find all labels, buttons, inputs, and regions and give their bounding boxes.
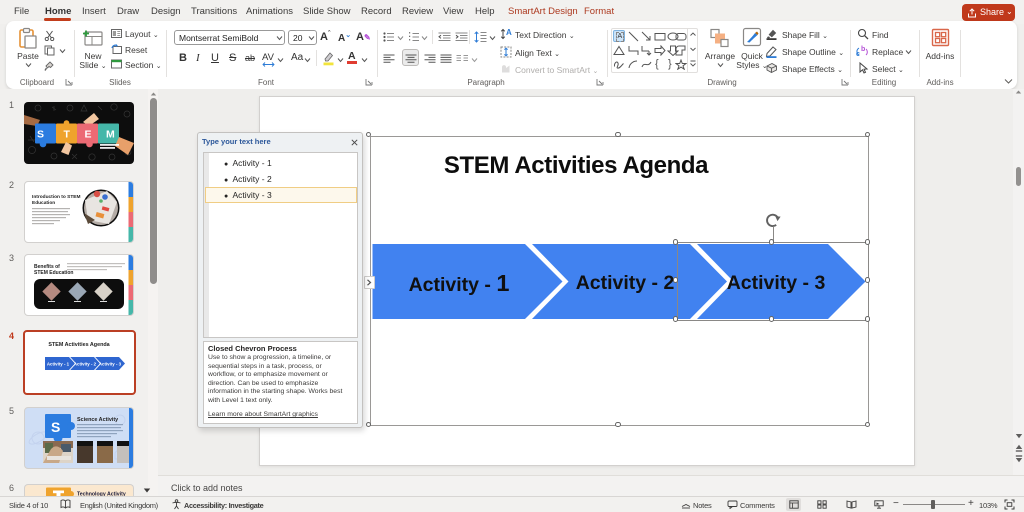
svg-text:E: E — [85, 129, 92, 141]
svg-text:Activity - 1: Activity - 1 — [46, 362, 69, 367]
svg-text:STEM Activities Agenda: STEM Activities Agenda — [48, 342, 110, 348]
svg-text:A: A — [506, 28, 512, 37]
svg-text:Introduction to STEM: Introduction to STEM — [32, 194, 81, 200]
svg-text:M: M — [106, 129, 115, 141]
svg-text:S: S — [51, 419, 60, 435]
svg-text:T: T — [64, 129, 71, 141]
svg-text:STEM Education: STEM Education — [34, 270, 73, 276]
svg-text:Activity - 3: Activity - 3 — [98, 362, 121, 367]
svg-text:S: S — [37, 129, 44, 141]
svg-text:Science Activity: Science Activity — [77, 417, 118, 423]
svg-text:Education: Education — [32, 200, 55, 206]
svg-text:Activity - 2: Activity - 2 — [73, 362, 96, 367]
svg-text:b: b — [861, 46, 865, 53]
